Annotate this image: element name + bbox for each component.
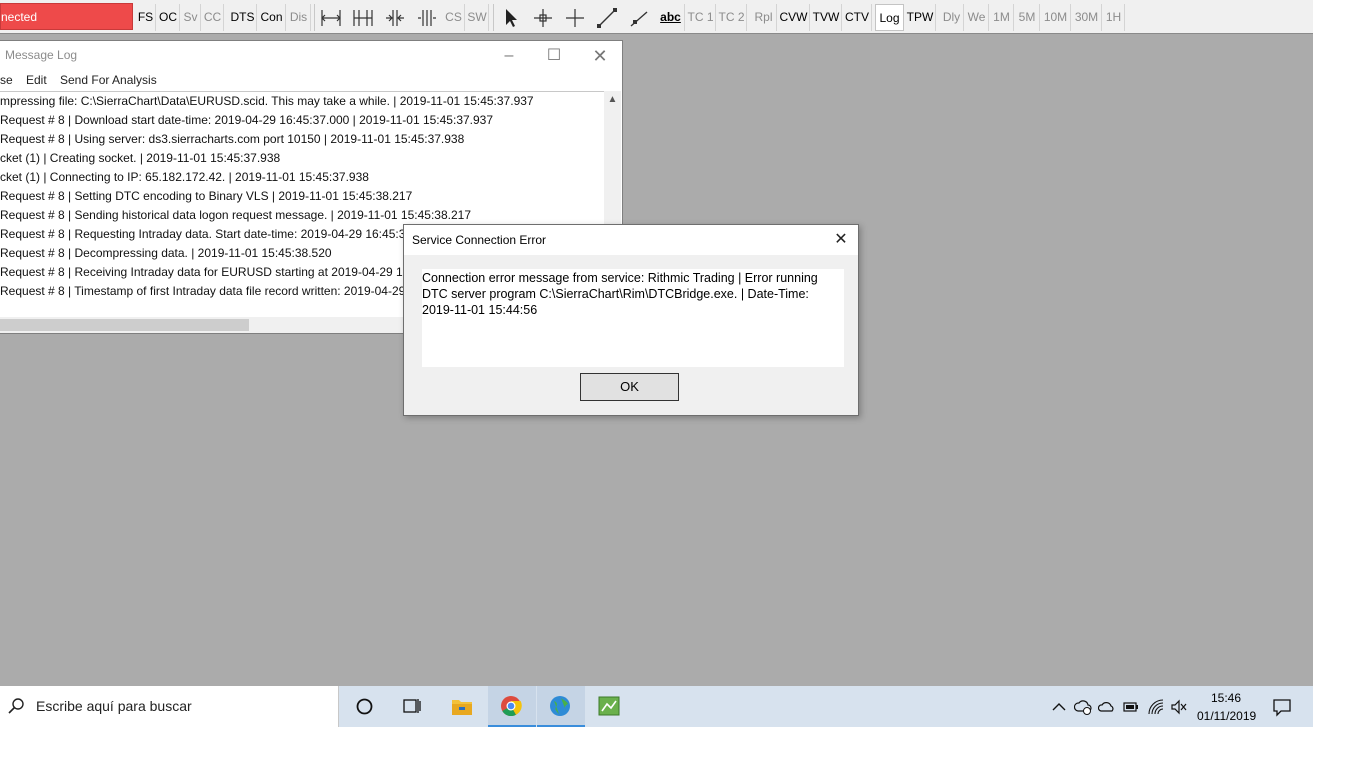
search-icon: [8, 698, 24, 714]
cortana-icon: [356, 698, 373, 715]
measure-range-icon[interactable]: [351, 6, 375, 30]
cross-cursor-icon[interactable]: [563, 6, 587, 30]
cortana-button[interactable]: [340, 686, 388, 727]
search-placeholder: Escribe aquí para buscar: [36, 698, 192, 714]
clock-time[interactable]: 15:46: [1211, 691, 1241, 705]
toolbar-button-dis[interactable]: Dis: [287, 4, 311, 31]
screen-edge-right: [1313, 0, 1366, 768]
chrome-icon: [501, 696, 522, 717]
toolbar-button-con[interactable]: Con: [258, 4, 286, 31]
log-line: Request # 8 | Setting DTC encoding to Bi…: [0, 189, 413, 203]
toolbar-separator: [493, 4, 494, 31]
menu-item-edit[interactable]: Edit: [26, 73, 47, 87]
dialog-message-line: Connection error message from service: R…: [422, 271, 818, 285]
dialog-message-line: DTC server program C:\SierraChart\Rim\DT…: [422, 287, 809, 301]
toolbar-button-log[interactable]: Log: [875, 4, 904, 31]
green-app-button[interactable]: [586, 686, 634, 727]
log-line: cket (1) | Creating socket. | 2019-11-01…: [0, 151, 281, 165]
pointer-arrow-icon[interactable]: [499, 6, 523, 30]
minimize-button[interactable]: –: [489, 43, 529, 69]
log-line: cket (1) | Connecting to IP: 65.182.172.…: [0, 170, 369, 184]
dialog-title: Service Connection Error: [412, 233, 547, 247]
menu-item-close[interactable]: se: [0, 73, 13, 87]
toolbar-button-tc1[interactable]: TC 1: [686, 4, 716, 31]
toolbar-button-cvw[interactable]: CVW: [778, 4, 810, 31]
line-tool-icon[interactable]: [595, 6, 619, 30]
log-line: Request # 8 | Timestamp of first Intrada…: [0, 284, 406, 298]
dialog-message-line: 2019-11-01 15:44:56: [422, 303, 538, 317]
message-log-menubar: se Edit Send For Analysis: [0, 72, 622, 90]
log-line: Request # 8 | Receiving Intraday data fo…: [0, 265, 420, 279]
toolbar-button-sw[interactable]: SW: [466, 4, 489, 31]
horizontal-scrollbar-thumb[interactable]: [0, 319, 249, 331]
chevron-up-icon[interactable]: [1050, 698, 1068, 716]
bar-spacing-icon[interactable]: [415, 6, 439, 30]
service-connection-error-dialog: Service Connection Error ✕ Connection er…: [403, 224, 859, 416]
log-line: Request # 8 | Requesting Intraday data. …: [0, 227, 413, 241]
log-line: Request # 8 | Download start date-time: …: [0, 113, 494, 127]
taskbar-search-box[interactable]: Escribe aquí para buscar: [0, 686, 339, 727]
connection-status-indicator[interactable]: nected: [0, 3, 133, 30]
toolbar-button-dts[interactable]: DTS: [229, 4, 257, 31]
dialog-close-button[interactable]: ✕: [828, 227, 854, 253]
toolbar-button-we[interactable]: We: [965, 4, 989, 31]
task-view-icon: [403, 699, 421, 713]
green-app-icon: [598, 696, 620, 716]
windows-taskbar: Escribe aquí para buscar 15:46 01/11/201…: [0, 686, 1313, 727]
toolbar-button-1m[interactable]: 1M: [990, 4, 1014, 31]
speaker-muted-icon[interactable]: [1170, 698, 1188, 716]
crosshair-icon[interactable]: [531, 6, 555, 30]
toolbar-button-dly[interactable]: Dly: [940, 4, 964, 31]
toolbar-button-tvw[interactable]: TVW: [811, 4, 842, 31]
toolbar-button-oc[interactable]: OC: [157, 4, 180, 31]
close-button[interactable]: ✕: [580, 43, 620, 69]
action-center-icon[interactable]: [1272, 697, 1292, 717]
log-line: Request # 8 | Sending historical data lo…: [0, 208, 471, 222]
file-explorer-icon: [452, 700, 472, 715]
toolbar-separator: [314, 4, 315, 31]
log-line: Request # 8 | Decompressing data. | 2019…: [0, 246, 332, 260]
wifi-icon[interactable]: [1147, 698, 1165, 716]
dialog-message-box: Connection error message from service: R…: [422, 269, 844, 367]
sync-cloud-icon[interactable]: [1074, 698, 1092, 716]
task-view-button[interactable]: [388, 686, 436, 727]
onedrive-icon[interactable]: [1098, 698, 1116, 716]
dialog-message: Connection error message from service: R…: [422, 270, 844, 318]
ray-tool-icon[interactable]: [627, 6, 651, 30]
bar-gap-icon[interactable]: [383, 6, 407, 30]
toolbar-button-1h[interactable]: 1H: [1103, 4, 1125, 31]
battery-icon[interactable]: [1122, 698, 1140, 716]
clock-date[interactable]: 01/11/2019: [1197, 709, 1256, 723]
toolbar-button-fs[interactable]: FS: [136, 4, 156, 31]
screen-edge-bottom: [0, 727, 1366, 768]
toolbar-button-tpw[interactable]: TPW: [905, 4, 936, 31]
text-tool-icon[interactable]: abc: [657, 4, 685, 31]
maximize-button[interactable]: ☐: [534, 43, 574, 69]
toolbar-button-10m[interactable]: 10M: [1041, 4, 1071, 31]
toolbar-button-sv[interactable]: Sv: [181, 4, 201, 31]
dialog-titlebar: Service Connection Error ✕: [404, 225, 858, 255]
measure-horizontal-icon[interactable]: [319, 6, 343, 30]
file-explorer-button[interactable]: [438, 686, 486, 727]
toolbar-button-cc[interactable]: CC: [202, 4, 224, 31]
log-line: mpressing file: C:\SierraChart\Data\EURU…: [0, 94, 534, 108]
globe-app-icon: [550, 696, 570, 716]
scroll-up-arrow-icon[interactable]: ▲: [604, 91, 621, 108]
menu-item-send-for-analysis[interactable]: Send For Analysis: [60, 73, 157, 87]
toolbar-button-tc2[interactable]: TC 2: [717, 4, 747, 31]
toolbar-button-5m[interactable]: 5M: [1015, 4, 1040, 31]
main-toolbar: nected FS OC Sv CC DTS Con Dis CS SW abc…: [0, 0, 1313, 34]
ok-button[interactable]: OK: [580, 373, 679, 401]
toolbar-button-30m[interactable]: 30M: [1072, 4, 1102, 31]
toolbar-button-cs[interactable]: CS: [443, 4, 465, 31]
message-log-title: Message Log: [5, 48, 78, 62]
log-line: Request # 8 | Using server: ds3.sierrach…: [0, 132, 465, 146]
toolbar-button-ctv[interactable]: CTV: [843, 4, 872, 31]
sierra-chart-button[interactable]: [537, 686, 585, 727]
chrome-button[interactable]: [488, 686, 536, 727]
toolbar-button-rpl[interactable]: Rpl: [751, 4, 777, 31]
